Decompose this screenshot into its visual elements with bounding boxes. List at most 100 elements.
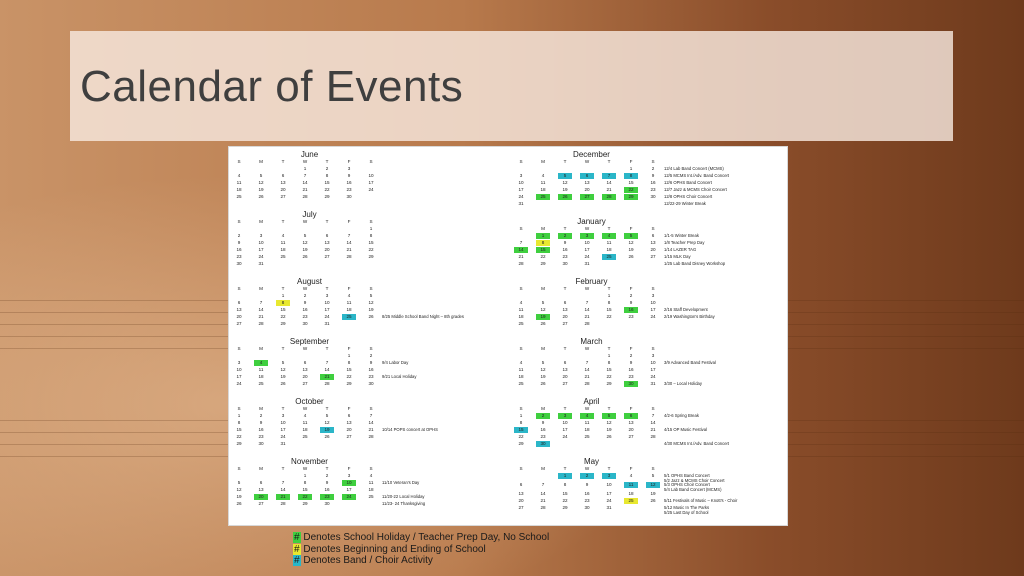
event-note: 10/14 POPS concert at OPHS — [382, 427, 438, 432]
day-cell: 17 — [368, 180, 374, 185]
day-cell: 28 — [346, 254, 352, 259]
day-cell: 12 — [606, 420, 612, 425]
day-cell: 27 — [302, 381, 308, 386]
week-row: 4 5 6 7 8 9 10 — [232, 173, 502, 180]
week-row: 1 2 3 4 5 — [232, 293, 502, 300]
week-row: 22 23 24 25 26 27 28 — [514, 434, 784, 441]
event-note: 5/25 Last Day of School — [664, 510, 709, 515]
day-cell: 27 — [562, 321, 568, 326]
weekday-header: SMTWTFS — [514, 406, 784, 413]
weekday-label: F — [347, 219, 351, 224]
day-cell: 8 — [347, 360, 351, 365]
day-cell: 28 — [518, 261, 524, 266]
day-cell: 9 — [651, 173, 655, 178]
legend-text: Denotes School Holiday / Teacher Prep Da… — [300, 532, 550, 543]
day-cell: 5 — [325, 413, 329, 418]
weekday-label: S — [237, 286, 241, 291]
day-cell: 22 — [280, 314, 286, 319]
day-cell: 1 — [607, 293, 611, 298]
day-cell: 16 — [302, 307, 308, 312]
day-cell: 22 — [518, 434, 524, 439]
event-note: 11/23- 24 Thanksgiving — [382, 501, 426, 506]
day-cell: 24 — [342, 494, 356, 500]
day-cell: 29 — [624, 194, 638, 200]
day-cell: 19 — [540, 374, 546, 379]
week-row: 25 26 27 28 — [514, 321, 784, 328]
day-cell: 9 — [629, 360, 633, 365]
weekday-label: T — [563, 286, 567, 291]
day-cell: 1 — [558, 473, 572, 479]
weekday-label: W — [302, 219, 308, 224]
weekday-label: S — [519, 286, 523, 291]
day-cell: 29 — [280, 321, 286, 326]
day-cell: 4 — [281, 233, 285, 238]
day-cell: 8 — [563, 482, 567, 487]
day-cell: 27 — [346, 434, 352, 439]
day-cell: 16 — [628, 367, 634, 372]
month-december: December S M T W T F S 1 2 12/4 Lab Band Concert (… — [514, 150, 784, 208]
day-cell: 7 — [347, 233, 351, 238]
weekday-label: M — [541, 159, 545, 164]
week-row: 8 9 10 11 12 13 14 — [514, 420, 784, 427]
day-cell: 4 — [541, 173, 545, 178]
day-cell: 6 — [563, 360, 567, 365]
day-cell: 3 — [281, 413, 285, 418]
day-cell: 19 — [536, 314, 550, 320]
day-cell: 13 — [518, 491, 524, 496]
week-row: 26 27 28 29 30 11/23- 24 Thanksgiving — [232, 501, 502, 508]
weekday-label: W — [584, 466, 590, 471]
weekday-label: S — [237, 466, 241, 471]
legend-swatch: # — [293, 532, 301, 543]
day-cell: 5 — [303, 233, 307, 238]
week-row: 13 14 15 16 17 18 19 — [514, 491, 784, 498]
day-cell: 30 — [650, 194, 656, 199]
day-cell: 7 — [369, 413, 373, 418]
day-cell: 30 — [584, 505, 590, 510]
day-cell: 15 — [606, 307, 612, 312]
day-cell: 2 — [629, 293, 633, 298]
weekday-header: SMTWTFS — [232, 219, 502, 226]
week-row: 30 31 — [232, 261, 502, 268]
weekday-header: SMTWTFS — [232, 406, 502, 413]
day-cell: 8 — [237, 420, 241, 425]
weekday-label: M — [541, 286, 545, 291]
day-cell: 22 — [562, 498, 568, 503]
month-name: February — [575, 277, 608, 286]
weekday-label: T — [607, 406, 611, 411]
day-cell: 12 — [324, 420, 330, 425]
day-cell: 23 — [628, 374, 634, 379]
event-note: 4/2-6 Spring Break — [664, 413, 699, 418]
weekday-label: T — [325, 346, 329, 351]
day-cell: 13 — [584, 180, 590, 185]
day-cell: 23 — [650, 187, 656, 192]
day-cell: 6 — [651, 233, 655, 238]
day-cell: 27 — [562, 381, 568, 386]
week-row: 29 30 31 — [232, 441, 502, 448]
day-cell: 11 — [518, 307, 524, 312]
weekday-label: T — [607, 466, 611, 471]
day-cell: 26 — [236, 501, 242, 506]
day-cell: 9 — [563, 240, 567, 245]
day-cell: 23 — [368, 374, 374, 379]
day-cell: 20 — [584, 187, 590, 192]
event-note: 11/20-22 Local Holiday — [382, 494, 425, 499]
day-cell: 12 — [646, 482, 660, 488]
day-cell: 25 — [602, 254, 616, 260]
day-cell: 19 — [320, 427, 334, 433]
day-cell: 10 — [584, 240, 590, 245]
weekday-label: F — [629, 466, 633, 471]
day-cell: 17 — [584, 247, 590, 252]
day-cell: 19 — [368, 307, 374, 312]
week-row: 10 11 12 13 14 15 16 12/6 OPHS Band Concert — [514, 180, 784, 187]
month-name: November — [291, 457, 328, 466]
weekday-label: W — [584, 346, 590, 351]
day-cell: 21 — [650, 427, 656, 432]
day-cell: 25 — [536, 194, 550, 200]
day-cell: 15 — [324, 180, 330, 185]
day-cell: 14 — [606, 180, 612, 185]
week-row: 12 13 14 15 16 17 18 — [232, 487, 502, 494]
month-name: June — [300, 150, 319, 159]
day-cell: 24 — [650, 314, 656, 319]
weekday-label: S — [369, 346, 373, 351]
day-cell: 7 — [519, 240, 523, 245]
